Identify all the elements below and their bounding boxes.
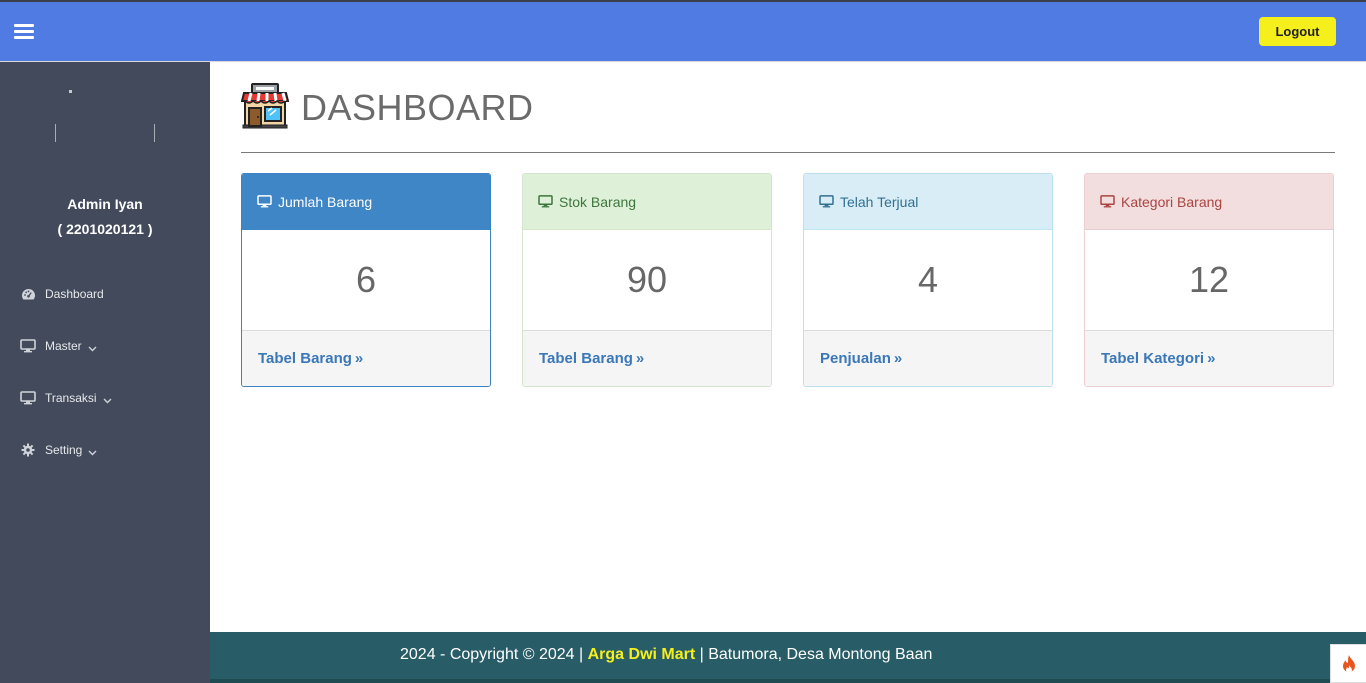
main-content: DASHBOARD Jumlah Barang 6 Tabel Barang »… (210, 62, 1366, 632)
card-header: Stok Barang (523, 174, 771, 230)
sidebar-nav: Dashboard Master Transaksi Setting (0, 268, 210, 476)
card-value: 6 (242, 230, 490, 331)
monitor-icon (1100, 195, 1116, 209)
card-link-tabel-kategori[interactable]: Tabel Kategori » (1085, 331, 1333, 386)
card-value: 4 (804, 230, 1052, 331)
logout-button[interactable]: Logout (1259, 17, 1336, 46)
user-id: ( 2201020121 ) (57, 221, 153, 237)
card-jumlah-barang: Jumlah Barang 6 Tabel Barang » (241, 173, 491, 387)
monitor-icon (257, 195, 273, 209)
footer-brand: Arga Dwi Mart (587, 646, 696, 663)
card-link-label: Tabel Barang (258, 350, 352, 367)
card-header: Jumlah Barang (242, 174, 490, 230)
card-link-penjualan[interactable]: Penjualan » (804, 331, 1052, 386)
sidebar-item-label: Setting (45, 443, 83, 457)
hamburger-icon[interactable] (14, 24, 34, 40)
monitor-icon (20, 390, 36, 406)
card-link-label: Tabel Barang (539, 350, 633, 367)
card-value: 90 (523, 230, 771, 331)
double-chevron-right-icon: » (635, 350, 645, 367)
chevron-down-icon (103, 394, 112, 403)
footer: 2024 - Copyright © 2024 | Arga Dwi Mart … (210, 632, 1366, 683)
avatar (0, 62, 210, 192)
card-link-tabel-barang[interactable]: Tabel Barang » (242, 331, 490, 386)
page-header: DASHBOARD (240, 82, 534, 135)
card-link-label: Tabel Kategori (1101, 350, 1205, 367)
footer-address: | Batumora, Desa Montong Baan (695, 646, 933, 663)
card-header: Kategori Barang (1085, 174, 1333, 230)
sidebar-item-transaksi[interactable]: Transaksi (0, 372, 210, 424)
card-title: Stok Barang (559, 193, 637, 210)
card-stok-barang: Stok Barang 90 Tabel Barang » (522, 173, 772, 387)
double-chevron-right-icon: » (1207, 350, 1216, 367)
double-chevron-right-icon: » (354, 350, 364, 367)
user-name: Admin Iyan (67, 196, 143, 212)
fire-icon[interactable] (1330, 644, 1366, 683)
card-title: Telah Terjual (840, 193, 919, 210)
sidebar-item-label: Dashboard (45, 287, 104, 301)
sidebar-item-master[interactable]: Master (0, 320, 210, 372)
card-link-tabel-barang[interactable]: Tabel Barang » (523, 331, 771, 386)
store-icon (240, 82, 290, 135)
card-kategori-barang: Kategori Barang 12 Tabel Kategori » (1084, 173, 1334, 387)
card-title: Jumlah Barang (278, 193, 373, 210)
sidebar-item-dashboard[interactable]: Dashboard (0, 268, 210, 320)
sidebar-item-setting[interactable]: Setting (0, 424, 210, 476)
footer-text: 2024 - Copyright © 2024 | Arga Dwi Mart … (400, 646, 932, 664)
sidebar-item-label: Transaksi (45, 391, 97, 405)
monitor-icon (819, 195, 835, 209)
sidebar: Admin Iyan ( 2201020121 ) Dashboard Mast… (0, 62, 210, 683)
card-title: Kategori Barang (1121, 193, 1223, 210)
double-chevron-right-icon: » (893, 350, 903, 367)
gear-icon (20, 442, 36, 458)
page-title: DASHBOARD (301, 87, 534, 128)
stat-cards: Jumlah Barang 6 Tabel Barang » Stok Bara… (241, 173, 1334, 387)
top-navbar: Logout (0, 0, 1366, 62)
chevron-down-icon (88, 342, 97, 351)
card-telah-terjual: Telah Terjual 4 Penjualan » (803, 173, 1053, 387)
card-header: Telah Terjual (804, 174, 1052, 230)
card-link-label: Penjualan (820, 350, 891, 367)
chevron-down-icon (88, 446, 97, 455)
monitor-icon (20, 338, 36, 354)
card-value: 12 (1085, 230, 1333, 331)
footer-copyright: 2024 - Copyright © 2024 | (400, 646, 588, 663)
dashboard-gauge-icon (20, 286, 36, 302)
sidebar-item-label: Master (45, 339, 82, 353)
monitor-icon (538, 195, 554, 209)
header-divider (241, 152, 1335, 153)
